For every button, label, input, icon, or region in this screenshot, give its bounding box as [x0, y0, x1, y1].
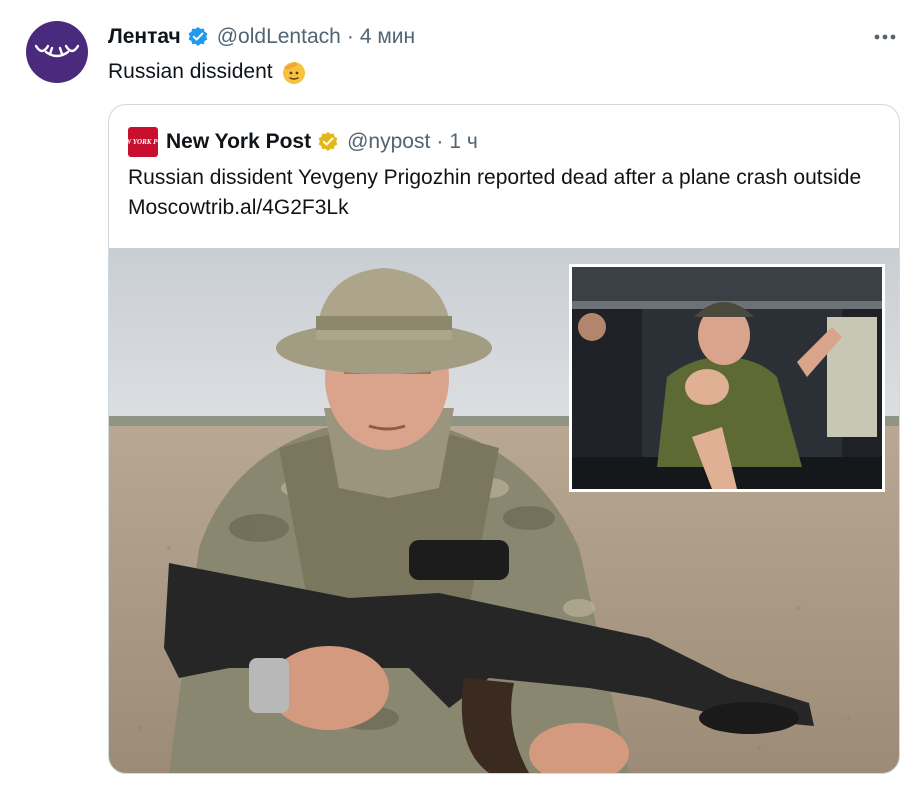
- quoted-tweet[interactable]: NEW YORK POST New York Post @nypost · 1 …: [108, 104, 900, 774]
- tweet-header: Лентач @oldLentach · 4 мин: [108, 22, 415, 52]
- tweet-text-content: Russian dissident: [108, 60, 273, 83]
- timestamp[interactable]: 4 мин: [360, 25, 415, 49]
- quoted-tweet-header: NEW YORK POST New York Post @nypost · 1 …: [115, 127, 478, 157]
- more-horizontal-icon: [874, 34, 896, 40]
- quoted-tweet-media[interactable]: [109, 248, 899, 773]
- quoted-tweet-text: Russian dissident Yevgeny Prigozhin repo…: [128, 166, 862, 219]
- handle[interactable]: @oldLentach: [217, 25, 341, 49]
- more-options-button[interactable]: [872, 22, 898, 52]
- quoted-timestamp[interactable]: 1 ч: [449, 130, 477, 154]
- inset-photo: [569, 264, 885, 492]
- inset-photo-image: [572, 267, 882, 489]
- verified-badge-icon: [188, 27, 208, 46]
- separator-dot: ·: [346, 25, 354, 48]
- lentach-logo-icon: [34, 44, 80, 58]
- nypost-logo-text: NEW YORK POST: [115, 137, 171, 146]
- gold-verified-badge-icon: [318, 132, 338, 151]
- display-name[interactable]: Лентач: [108, 25, 181, 49]
- quoted-display-name[interactable]: New York Post: [166, 130, 311, 154]
- tweet[interactable]: Лентач @oldLentach · 4 мин Russian dissi…: [0, 0, 924, 791]
- quoted-handle[interactable]: @nypost: [347, 130, 430, 154]
- quoted-separator-dot: ·: [436, 130, 444, 153]
- tweet-text: Russian dissident: [108, 58, 307, 86]
- nypost-logo[interactable]: NEW YORK POST: [115, 127, 171, 157]
- avatar[interactable]: [26, 21, 88, 83]
- saluting-face-emoji: [282, 62, 305, 84]
